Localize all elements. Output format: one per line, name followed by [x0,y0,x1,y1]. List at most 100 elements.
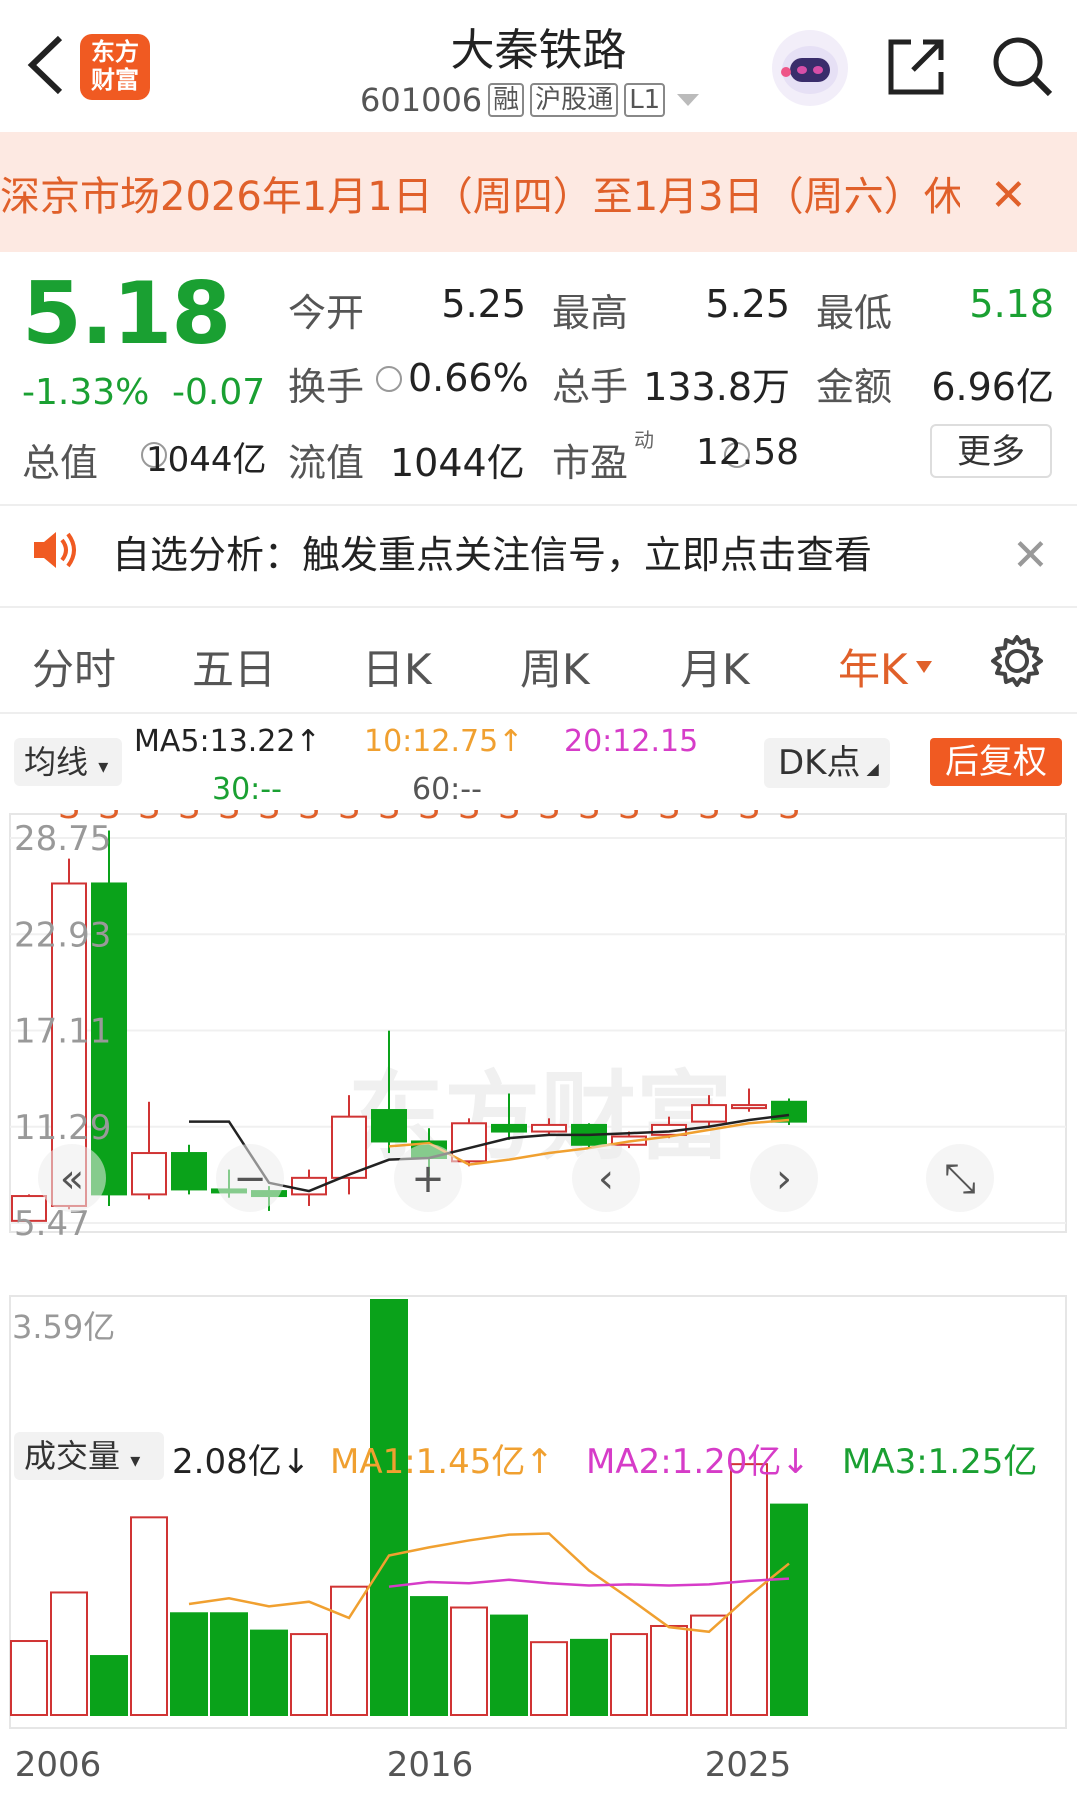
tab-intraday[interactable]: 分时 [32,636,116,697]
candle-body [131,1152,167,1196]
change-percent: -1.33% [22,372,150,413]
adjust-button[interactable]: 后复权 [930,738,1062,786]
vol-ma1-value: MA1:1.45亿↑ [330,1442,554,1482]
x-tick-label: 2016 [387,1745,474,1785]
share-icon[interactable] [885,36,947,98]
x-tick-label: 2006 [15,1745,102,1785]
sell-signal: S [178,810,200,827]
low-label: 最低 [816,291,893,335]
sell-signal: S [298,810,320,827]
ma20-value: 20:12.15 [564,724,699,759]
sell-signal: S [378,810,400,827]
ma-selector[interactable]: 均线 ▾ [14,738,122,786]
volume-bar [410,1596,448,1716]
mktcap-label: 总值 [22,441,99,485]
candle-body [491,1123,527,1133]
volume-bar [610,1633,648,1716]
ma5-value: MA5:13.22↑ [134,724,321,759]
y-tick-label: 22.93 [14,915,111,955]
notice-text: 深京市场2026年1月1日（周四）至1月3日（周六）休 [0,174,960,220]
amount-label: 金额 [816,365,893,409]
caret-down-icon: ▾ [98,754,109,778]
float-value: 1044亿 [390,441,525,485]
robot-assistant-icon[interactable] [772,30,848,106]
candle-body [691,1104,727,1123]
zoom-in-control: + [411,1156,445,1202]
sell-signal: S [738,810,760,827]
tab-yearly-k[interactable]: 年K [838,636,934,697]
ma30-value: 30:-- [212,772,282,807]
close-icon[interactable]: ✕ [1012,530,1049,581]
low-value: 5.18 [969,282,1054,326]
info-icon[interactable] [376,366,402,392]
candle-body [331,1115,367,1179]
tab-weekly-k[interactable]: 周K [520,636,590,697]
tab-five-day[interactable]: 五日 [192,636,276,697]
candle-body [371,1109,407,1143]
y-tick-label: 17.11 [14,1012,111,1052]
volume-bar [730,1463,768,1716]
tab-monthly-k[interactable]: 月K [680,636,750,697]
turnover-label: 换手 [288,365,365,409]
sell-signal: S [98,810,120,827]
candle-body [531,1123,567,1133]
volume-bar [530,1641,568,1717]
sell-signal: S [258,810,280,827]
volume-max-label: 3.59亿 [12,1308,115,1346]
sell-signal: S [578,810,600,827]
sell-signal: S [338,810,360,827]
volume-value: 133.8万 [643,365,790,409]
sell-signal: S [778,810,800,827]
search-icon[interactable] [990,34,1054,98]
caret-down-icon: ▾ [130,1448,141,1472]
volume-selector-label: 成交量 [24,1437,121,1475]
tab-yearly-label: 年K [838,645,908,694]
volume-bar [10,1640,48,1717]
scroll-left-control: ‹ [598,1156,614,1202]
volume-bar [50,1591,88,1717]
sell-signal: S [218,810,240,827]
volume-value: 2.08亿↓ [172,1442,311,1482]
rewind-control: « [60,1156,84,1202]
ma-selector-label: 均线 [24,743,89,781]
tag-margin: 融 [488,83,525,117]
tag-level: L1 [624,83,666,117]
fullscreen-control: ⤡ [944,1156,976,1202]
candle-body [771,1100,807,1123]
candle-body [731,1104,767,1110]
turnover-value: 0.66% [408,356,529,400]
divider [0,606,1077,608]
more-button[interactable]: 更多 [930,424,1052,478]
float-label: 流值 [288,441,365,485]
dk-label: DK点 [778,743,861,783]
volume-bar [130,1516,168,1717]
volume-bar [170,1612,208,1717]
sell-signal: S [458,810,480,827]
volume-bar [770,1503,808,1717]
close-icon[interactable]: ✕ [990,170,1027,221]
volume-bar [490,1614,528,1716]
volume-bar [250,1629,288,1716]
volume-indicator-selector[interactable]: 成交量 ▾ [14,1432,164,1480]
sell-signal: S [538,810,560,827]
kline-chart[interactable]: 东方财富 28.7522.9317.1111.295.47 SSSSSSSSSS… [0,810,1077,1810]
chevron-down-icon[interactable] [675,90,701,110]
divider [0,712,1077,714]
current-price: 5.18 [22,264,231,364]
ma10-value: 10:12.75↑ [364,724,524,759]
alert-text[interactable]: 自选分析：触发重点关注信号，立即点击查看 [112,524,872,579]
amount-value: 6.96亿 [931,365,1054,409]
dk-point-button[interactable]: DK点 ◢ [764,738,890,788]
volume-bar [650,1624,688,1716]
volume-bar [570,1638,608,1716]
tab-daily-k[interactable]: 日K [362,636,432,697]
zoom-out-control: − [233,1156,267,1202]
stock-code: 601006 [360,81,483,119]
gear-icon[interactable] [990,634,1044,688]
volume-bar [330,1585,368,1716]
market-notice-banner[interactable]: 深京市场2026年1月1日（周四）至1月3日（周六）休 [0,132,1077,252]
stock-subtitle: 601006 融 沪股通 L1 [360,80,701,120]
ma60-value: 60:-- [412,772,482,807]
sell-signal: S [618,810,640,827]
pe-sup: 动 [634,428,654,452]
